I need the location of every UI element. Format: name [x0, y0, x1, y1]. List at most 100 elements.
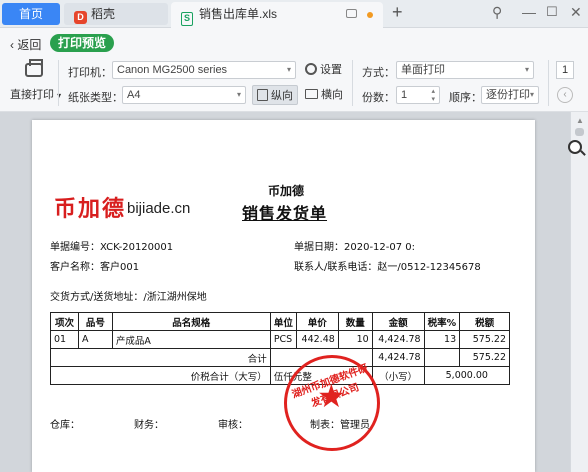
portrait-label: 纵向: [271, 90, 293, 102]
audit-label: 审核：: [218, 420, 248, 431]
col-header: 税率%: [423, 312, 461, 331]
col-header: 金额: [371, 312, 425, 331]
settings-button[interactable]: 设置: [305, 60, 342, 80]
col-header: 数量: [337, 312, 373, 331]
copies-stepper[interactable]: 1 ▴ ▾: [396, 86, 440, 104]
close-icon[interactable]: ✕: [570, 4, 582, 21]
page-number-field[interactable]: 1: [556, 61, 574, 79]
print-order-value: 逐份打印: [486, 89, 530, 101]
printer-icon[interactable]: [25, 59, 43, 77]
seal-star-icon: ★: [317, 378, 346, 414]
contact-info: 联系人/联系电话：赵一/0512-12345678: [294, 262, 481, 273]
print-order-select[interactable]: 逐份打印 ▾: [481, 86, 539, 104]
copies-label: 份数：: [362, 92, 395, 104]
stepper-arrows-icon[interactable]: ▴ ▾: [431, 88, 435, 104]
doc-date: 单据日期：2020-12-07 0:: [294, 242, 416, 253]
col-header: 单价: [295, 312, 339, 331]
paper-type-select[interactable]: A4 ▾: [122, 86, 246, 104]
portrait-icon: [257, 89, 268, 101]
document-title: 销售发货单: [242, 206, 328, 223]
divider: [58, 60, 59, 106]
print-toolbar: ‹ 返回 打印预览 直接打印 ▾ 打印机： Canon MG2500 serie…: [0, 28, 588, 112]
unsaved-dot-icon: [367, 12, 373, 18]
cell-index: 01: [50, 330, 79, 349]
finance-label: 财务：: [134, 420, 164, 431]
table-row: 01 A 产成品A PCS 442.48 10 4,424.78 13 575.…: [50, 330, 510, 349]
back-label: 返回: [17, 38, 42, 52]
copies-value: 1: [401, 89, 408, 101]
divider: [548, 60, 549, 106]
cell-price: 442.48: [295, 330, 339, 349]
cell-amount: 4,424.78: [371, 330, 425, 349]
tab-file[interactable]: S 销售出库单.xls: [171, 2, 383, 28]
cell-name: 产成品A: [111, 330, 271, 349]
vertical-scrollbar[interactable]: ▲: [570, 112, 588, 472]
gear-icon: [305, 63, 317, 75]
col-header: 税额: [459, 312, 510, 331]
order-label: 顺序：: [449, 92, 482, 104]
subtotal-row: 合计 4,424.78 575.22: [50, 348, 510, 367]
cell-tax-rate: 13: [423, 330, 461, 349]
total-value: 5,000.00: [423, 366, 511, 385]
table-header-row: 项次 品号 品名规格 单位 单价 数量 金额 税率% 税额: [50, 312, 510, 331]
cell-qty: 10: [337, 330, 373, 349]
printer-select[interactable]: Canon MG2500 series ▾: [112, 61, 296, 79]
prev-page-icon[interactable]: ‹: [557, 87, 573, 103]
company-name: 币加德: [268, 184, 305, 198]
direct-print-label: 直接打印: [10, 89, 54, 101]
print-preview-badge: 打印预览: [50, 34, 115, 52]
chevron-down-icon: ▾: [524, 65, 529, 74]
spreadsheet-icon: S: [181, 12, 193, 26]
minimize-icon[interactable]: —: [522, 4, 536, 20]
monitor-icon[interactable]: [346, 9, 357, 18]
tab-docer-label: 稻壳: [91, 7, 116, 21]
col-header: 单位: [269, 312, 297, 331]
new-tab-button[interactable]: +: [392, 2, 403, 23]
customer-name: 客户名称：客户001: [50, 262, 140, 273]
subtotal-blank: [423, 348, 461, 367]
col-header: 品名规格: [111, 312, 271, 331]
warehouse-label: 仓库：: [50, 420, 80, 431]
tab-file-label: 销售出库单.xls: [199, 7, 278, 21]
user-icon[interactable]: ⚲: [492, 4, 502, 21]
title-bar: 首页 D 稻壳 S 销售出库单.xls + ⚲ — ☐ ✕: [0, 0, 588, 28]
paper-type-value: A4: [127, 89, 141, 101]
scroll-thumb[interactable]: [575, 128, 584, 136]
scroll-up-icon[interactable]: ▲: [576, 116, 584, 125]
chevron-down-icon: ▾: [529, 90, 534, 99]
col-header: 品号: [77, 312, 113, 331]
total-small-label: （小写）: [371, 366, 425, 385]
subtotal-label: 合计: [50, 348, 271, 367]
method-label: 方式：: [362, 67, 395, 79]
printer-label: 打印机：: [68, 67, 112, 79]
invoice-table: 项次 品号 品名规格 单位 单价 数量 金额 税率% 税额 01 A 产成品A …: [50, 312, 511, 385]
zoom-in-icon[interactable]: [568, 140, 582, 154]
printer-value: Canon MG2500 series: [117, 64, 228, 76]
tab-docer[interactable]: D 稻壳: [64, 3, 168, 25]
print-page: 币加德 bijiade.cn 币加德 销售发货单 单据编号：XCK-201200…: [32, 120, 535, 472]
logo-chinese: 币加德: [54, 196, 127, 222]
maximize-icon[interactable]: ☐: [546, 4, 558, 20]
chevron-down-icon: ▾: [236, 90, 241, 99]
cell-code: A: [77, 330, 113, 349]
tab-home[interactable]: 首页: [2, 3, 60, 25]
total-row: 价税合计（大写） 伍仟元整 （小写） 5,000.00: [50, 366, 511, 385]
chevron-down-icon: ▾: [286, 65, 291, 74]
cell-unit: PCS: [269, 330, 297, 349]
portrait-button[interactable]: 纵向: [252, 85, 298, 105]
docer-logo-icon: D: [74, 11, 87, 24]
divider: [352, 60, 353, 106]
subtotal-tax: 575.22: [459, 348, 510, 367]
col-header: 项次: [50, 312, 79, 331]
subtotal-amount: 4,424.78: [371, 348, 425, 367]
landscape-label: 横向: [321, 89, 343, 101]
paper-type-label: 纸张类型：: [68, 92, 123, 104]
cell-tax: 575.22: [459, 330, 510, 349]
landscape-button[interactable]: 横向: [305, 85, 343, 105]
print-method-select[interactable]: 单面打印 ▾: [396, 61, 534, 79]
print-method-value: 单面打印: [401, 64, 445, 76]
logo-english: bijiade.cn: [127, 200, 191, 217]
direct-print-button[interactable]: 直接打印 ▾: [10, 86, 61, 102]
back-button[interactable]: ‹ 返回: [10, 36, 41, 53]
delivery-address: 交货方式/送货地址：/浙江湖州保地: [50, 292, 207, 303]
